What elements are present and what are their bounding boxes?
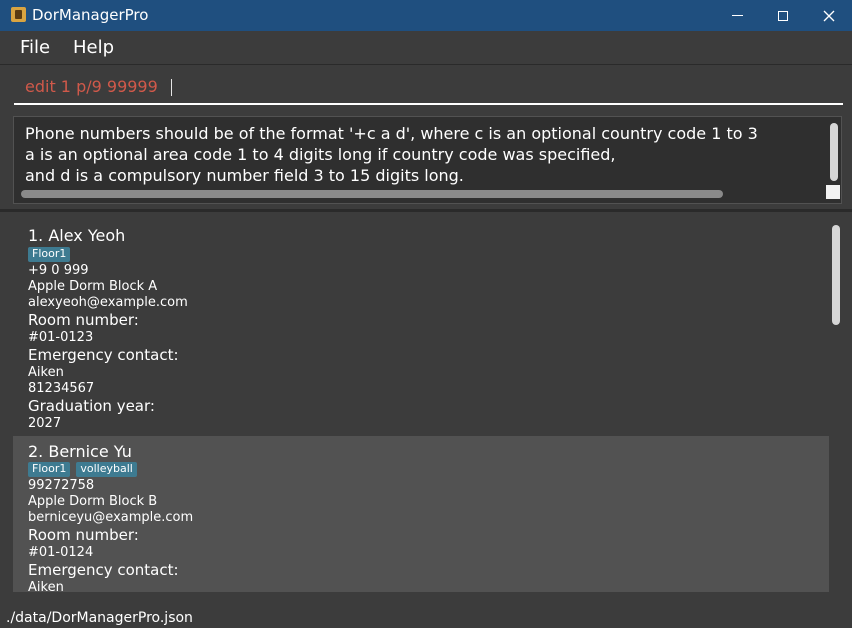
data-file-path: ./data/DorManagerPro.json (6, 610, 193, 626)
room-label: Room number: (28, 526, 139, 544)
list-vertical-scrollbar[interactable] (832, 225, 840, 325)
app-icon (11, 7, 26, 22)
maximize-button[interactable] (760, 0, 806, 31)
person-card[interactable]: 2. Bernice Yu Floor1 volleyball 99272758… (13, 436, 829, 592)
person-address: Apple Dorm Block A (28, 279, 158, 294)
text-caret (171, 79, 172, 96)
command-input[interactable]: edit 1 p/9 99999 (14, 70, 843, 105)
title-bar: DorManagerPro (0, 0, 852, 31)
person-card[interactable]: 1. Alex Yeoh Floor1 +9 0 999 Apple Dorm … (13, 220, 829, 436)
person-phone: +9 0 999 (28, 263, 89, 278)
person-phone: 99272758 (28, 478, 95, 493)
window-title: DorManagerPro (32, 6, 149, 24)
emergency-phone: 81234567 (28, 381, 95, 396)
maximize-icon (778, 10, 788, 21)
result-line: Phone numbers should be of the format '+… (25, 124, 758, 143)
room-number: #01-0123 (28, 330, 94, 345)
person-address: Apple Dorm Block B (28, 494, 158, 509)
minimize-button[interactable] (714, 0, 760, 31)
result-horizontal-scrollbar[interactable] (21, 190, 723, 198)
person-name: 1. Alex Yeoh (28, 226, 126, 245)
emergency-name: Aiken (28, 365, 64, 380)
result-line: and d is a compulsory number field 3 to … (25, 166, 464, 185)
command-input-text: edit 1 p/9 99999 (25, 77, 158, 96)
grad-year: 2027 (28, 416, 62, 431)
emergency-name: Aiken (28, 580, 64, 592)
scroll-corner (826, 185, 840, 199)
menu-bar: File Help (0, 31, 852, 65)
menu-file[interactable]: File (20, 37, 50, 58)
close-button[interactable] (806, 0, 852, 31)
tag-list: Floor1 volleyball (28, 462, 137, 477)
room-number: #01-0124 (28, 545, 94, 560)
divider (0, 209, 852, 212)
person-name: 2. Bernice Yu (28, 442, 132, 461)
person-list[interactable]: 1. Alex Yeoh Floor1 +9 0 999 Apple Dorm … (13, 220, 829, 592)
status-bar: ./data/DorManagerPro.json (0, 600, 852, 628)
tag: Floor1 (28, 462, 71, 477)
person-email: alexyeoh@example.com (28, 295, 188, 310)
minimize-icon (731, 15, 743, 16)
grad-label: Graduation year: (28, 397, 155, 415)
menu-help[interactable]: Help (73, 37, 114, 58)
room-label: Room number: (28, 311, 139, 329)
tag-list: Floor1 (28, 247, 71, 262)
close-icon (823, 10, 835, 21)
person-email: berniceyu@example.com (28, 510, 194, 525)
result-line: a is an optional area code 1 to 4 digits… (25, 145, 616, 164)
result-display[interactable]: Phone numbers should be of the format '+… (13, 116, 842, 204)
emergency-label: Emergency contact: (28, 346, 179, 364)
tag: Floor1 (28, 247, 71, 262)
tag: volleyball (76, 462, 137, 477)
result-vertical-scrollbar[interactable] (830, 123, 838, 181)
emergency-label: Emergency contact: (28, 561, 179, 579)
